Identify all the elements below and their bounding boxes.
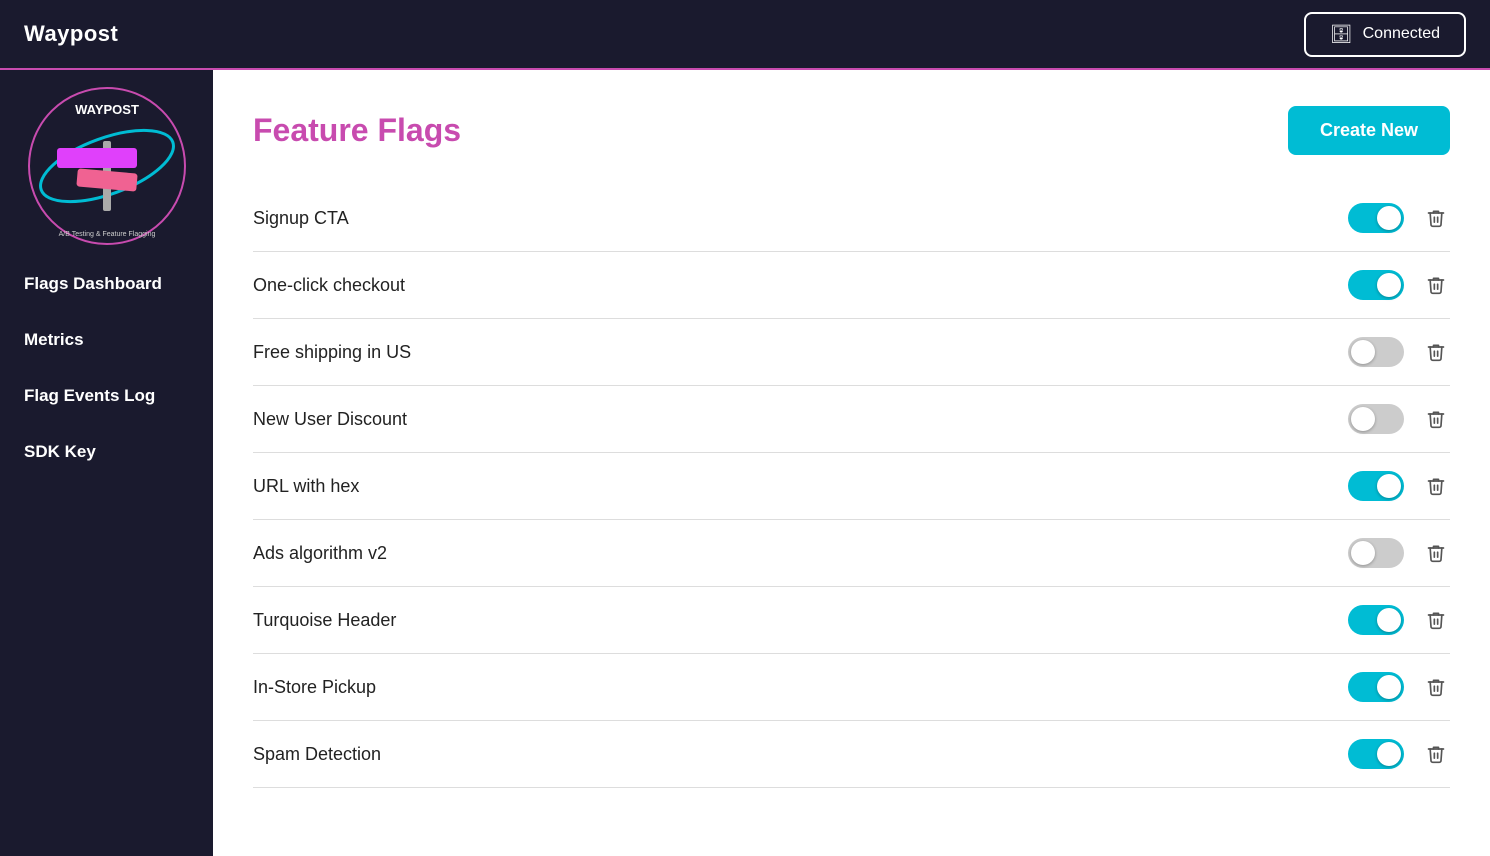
sidebar-logo: WAYPOST A/B Testing & Feature Flagging (27, 86, 187, 246)
flag-toggle[interactable] (1348, 270, 1404, 300)
connected-label: Connected (1363, 25, 1440, 43)
flag-row: Ads algorithm v2 (253, 520, 1450, 587)
flag-row: URL with hex (253, 453, 1450, 520)
delete-flag-button[interactable] (1422, 338, 1450, 366)
flag-name: Free shipping in US (253, 342, 411, 363)
app-title: Waypost (24, 21, 118, 47)
sidebar-item-flags-dashboard[interactable]: Flags Dashboard (0, 256, 213, 312)
sidebar-item-metrics[interactable]: Metrics (0, 312, 213, 368)
flag-toggle[interactable] (1348, 605, 1404, 635)
flag-actions (1348, 672, 1450, 702)
flag-actions (1348, 404, 1450, 434)
flag-name: In-Store Pickup (253, 677, 376, 698)
flag-actions (1348, 203, 1450, 233)
flag-toggle[interactable] (1348, 337, 1404, 367)
flag-row: New User Discount (253, 386, 1450, 453)
app-layout: WAYPOST A/B Testing & Feature Flagging F… (0, 70, 1490, 856)
flag-row: Turquoise Header (253, 587, 1450, 654)
flag-row: Signup CTA (253, 185, 1450, 252)
delete-flag-button[interactable] (1422, 673, 1450, 701)
delete-flag-button[interactable] (1422, 271, 1450, 299)
flag-toggle[interactable] (1348, 404, 1404, 434)
flag-actions (1348, 538, 1450, 568)
svg-text:WAYPOST: WAYPOST (75, 102, 139, 117)
flag-toggle[interactable] (1348, 203, 1404, 233)
flag-row: Free shipping in US (253, 319, 1450, 386)
flag-row: Spam Detection (253, 721, 1450, 788)
create-new-button[interactable]: Create New (1288, 106, 1450, 155)
flag-toggle[interactable] (1348, 471, 1404, 501)
flag-actions (1348, 605, 1450, 635)
flag-name: URL with hex (253, 476, 359, 497)
flag-actions (1348, 270, 1450, 300)
svg-text:A/B Testing & Feature Flagging: A/B Testing & Feature Flagging (58, 231, 155, 238)
flag-name: Spam Detection (253, 744, 381, 765)
flag-name: New User Discount (253, 409, 407, 430)
delete-flag-button[interactable] (1422, 405, 1450, 433)
flag-actions (1348, 739, 1450, 769)
sidebar-nav: Flags Dashboard Metrics Flag Events Log … (0, 256, 213, 480)
flag-row: In-Store Pickup (253, 654, 1450, 721)
delete-flag-button[interactable] (1422, 472, 1450, 500)
flag-name: One-click checkout (253, 275, 405, 296)
delete-flag-button[interactable] (1422, 539, 1450, 567)
connected-button[interactable]: 🗄 Connected (1304, 12, 1466, 57)
topbar: Waypost 🗄 Connected (0, 0, 1490, 70)
delete-flag-button[interactable] (1422, 606, 1450, 634)
flag-name: Signup CTA (253, 208, 349, 229)
flag-row: One-click checkout (253, 252, 1450, 319)
main-content: Feature Flags Create New Signup CTA One-c… (213, 70, 1490, 856)
sidebar-item-sdk-key[interactable]: SDK Key (0, 424, 213, 480)
flag-list: Signup CTA One-click checkout Free shippin… (253, 185, 1450, 788)
database-icon: 🗄 (1330, 24, 1353, 45)
flag-name: Turquoise Header (253, 610, 396, 631)
sidebar-item-flag-events-log[interactable]: Flag Events Log (0, 368, 213, 424)
delete-flag-button[interactable] (1422, 740, 1450, 768)
flag-toggle[interactable] (1348, 739, 1404, 769)
flag-toggle[interactable] (1348, 538, 1404, 568)
flag-actions (1348, 471, 1450, 501)
page-title: Feature Flags (253, 112, 461, 149)
flag-actions (1348, 337, 1450, 367)
delete-flag-button[interactable] (1422, 204, 1450, 232)
main-header: Feature Flags Create New (253, 106, 1450, 155)
flag-name: Ads algorithm v2 (253, 543, 387, 564)
sidebar: WAYPOST A/B Testing & Feature Flagging F… (0, 70, 213, 856)
flag-toggle[interactable] (1348, 672, 1404, 702)
